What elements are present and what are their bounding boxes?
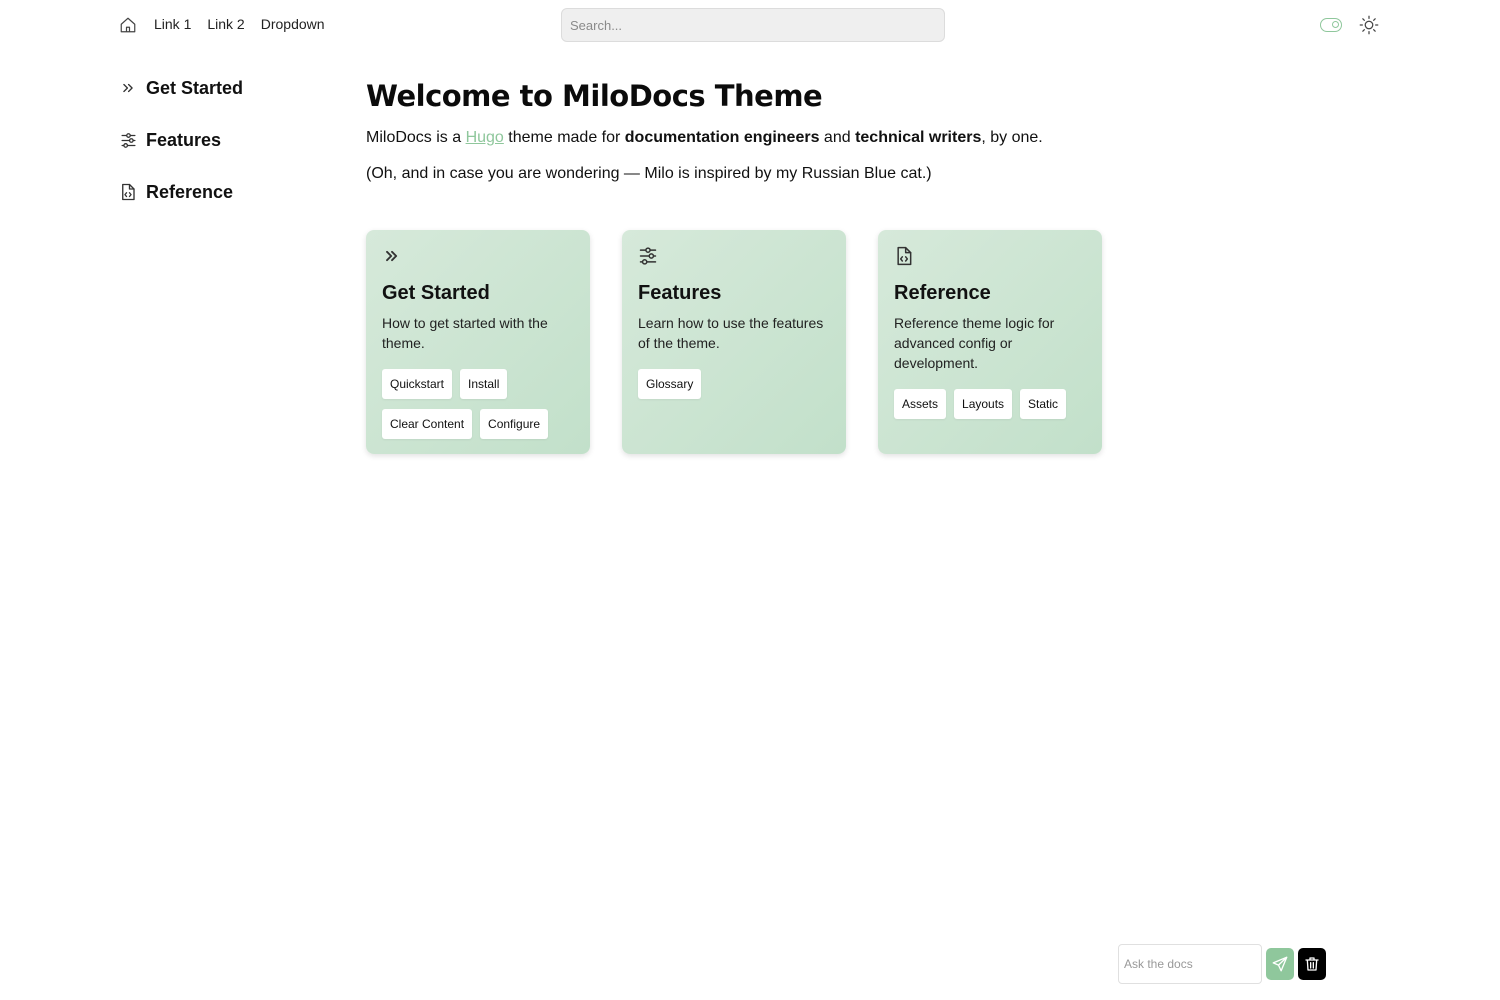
home-icon[interactable] <box>119 16 137 34</box>
nav-link-2[interactable]: Link 2 <box>207 16 244 32</box>
lead-text: theme made for <box>503 129 625 146</box>
sidebar-item-features[interactable]: Features <box>119 126 243 154</box>
tag-configure[interactable]: Configure <box>480 409 549 439</box>
nav-link-1[interactable]: Link 1 <box>154 16 191 32</box>
search-input[interactable] <box>561 8 945 42</box>
card-features[interactable]: Features Learn how to use the features o… <box>622 230 846 454</box>
sidebar-item-label: Features <box>146 129 222 150</box>
trash-icon <box>1305 957 1319 971</box>
send-icon <box>1272 956 1288 972</box>
sliders-icon <box>119 131 137 149</box>
lead-bold-text: technical writers <box>855 129 982 146</box>
nav-links: Link 1 Link 2 Dropdown <box>154 16 325 32</box>
clear-button[interactable] <box>1298 948 1326 980</box>
sun-icon[interactable] <box>1359 15 1379 35</box>
lead-text: MiloDocs is a <box>366 129 466 146</box>
lead-text: , by one. <box>981 129 1043 146</box>
section-cards: Get Started How to get started with the … <box>366 230 1102 454</box>
card-title: Features <box>638 282 722 304</box>
card-title: Get Started <box>382 282 490 304</box>
ask-docs-input[interactable] <box>1118 944 1262 984</box>
lead-text: and <box>819 129 856 146</box>
card-reference[interactable]: Reference Reference theme logic for adva… <box>878 230 1102 454</box>
sliders-icon <box>639 247 657 265</box>
note-paragraph: (Oh, and in case you are wondering — Mil… <box>366 165 932 182</box>
card-get-started[interactable]: Get Started How to get started with the … <box>366 230 590 454</box>
file-code-icon <box>119 183 137 201</box>
toggle-icon[interactable] <box>1320 18 1342 32</box>
lead-paragraph: MiloDocs is a Hugo theme made for docume… <box>366 127 1126 149</box>
file-code-icon <box>897 246 912 266</box>
card-title: Reference <box>894 282 991 304</box>
card-description: How to get started with the theme. <box>382 315 548 351</box>
card-description: Reference theme logic for advanced confi… <box>894 315 1055 371</box>
lead-bold-text: documentation engineers <box>624 129 820 146</box>
tag-clear-content[interactable]: Clear Content <box>382 409 473 439</box>
page-title: Welcome to MiloDocs Theme <box>366 79 823 113</box>
top-navigation: Link 1 Link 2 Dropdown <box>0 0 1500 50</box>
card-tags: Assets Layouts Static <box>894 389 1086 419</box>
card-tags: Glossary <box>638 369 830 399</box>
tag-static[interactable]: Static <box>1020 389 1067 419</box>
tag-layouts[interactable]: Layouts <box>954 389 1013 419</box>
sidebar-item-reference[interactable]: Reference <box>119 178 243 206</box>
main-content: Welcome to MiloDocs Theme MiloDocs is a … <box>366 78 1126 185</box>
tag-assets[interactable]: Assets <box>894 389 947 419</box>
sidebar-item-get-started[interactable]: Get Started <box>119 74 243 102</box>
sidebar-item-label: Get Started <box>146 77 244 98</box>
double-chevron-right-icon <box>386 250 398 262</box>
tag-glossary[interactable]: Glossary <box>638 369 702 399</box>
card-tags: Quickstart Install Clear Content Configu… <box>382 369 574 439</box>
sidebar-item-label: Reference <box>146 181 234 202</box>
send-button[interactable] <box>1266 948 1294 980</box>
hugo-link[interactable]: Hugo <box>466 129 504 146</box>
tag-install[interactable]: Install <box>460 369 508 399</box>
tag-quickstart[interactable]: Quickstart <box>382 369 453 399</box>
card-description: Learn how to use the features of the the… <box>638 315 824 351</box>
double-chevron-right-icon <box>119 79 137 97</box>
nav-dropdown[interactable]: Dropdown <box>261 16 325 32</box>
sidebar: Get Started Features Reference <box>119 74 243 230</box>
